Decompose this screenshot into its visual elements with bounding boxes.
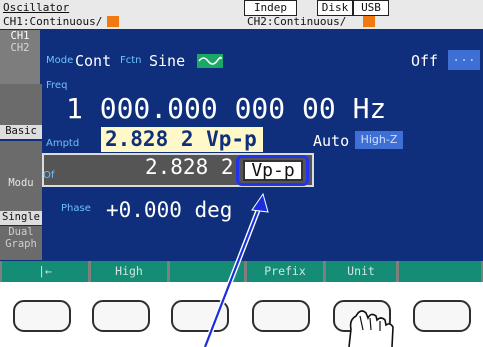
ch2-indicator [363,16,375,27]
side-menu-blank [0,84,42,125]
softkey-1[interactable]: |← [2,261,88,282]
amptd-field[interactable]: 2.828 2 Vp-p [101,127,263,152]
hardware-key-2[interactable] [92,300,150,332]
side-menu-dual-graph[interactable]: Dual Graph [0,226,42,260]
disk-badge: Disk [317,0,353,16]
output-state[interactable]: Off [411,52,438,70]
dual-label: Dual [8,226,34,238]
mode-label: Mode [46,55,74,66]
function-value[interactable]: Sine [149,52,185,70]
unit-highlight: Vp-p [236,155,309,186]
hardware-key-3[interactable] [171,300,229,332]
phase-value[interactable]: +0.000 deg [106,198,232,222]
amptd-value: 2.828 2 Vp-p [105,127,257,151]
sine-wave-icon [197,54,223,68]
freq-label: Freq [46,80,68,91]
side-menu-modu-label: Modu [8,177,34,189]
instrument-screen: Oscillator Indep Disk USB CH1:Continuous… [0,0,483,282]
status-bar: Oscillator Indep Disk USB CH1:Continuous… [0,0,483,29]
amptd-label: Amptd [46,138,80,149]
hardware-key-1[interactable] [13,300,71,332]
function-label: Fctn [120,55,142,66]
ch1-status: CH1:Continuous/ [3,15,103,28]
graph-label: Graph [5,238,37,250]
usb-badge: USB [353,0,389,16]
hardware-key-5[interactable] [333,300,391,332]
tab-ch2[interactable]: CH2 [0,42,40,54]
ch2-status: CH2:Continuous/ [247,15,347,28]
side-menu-basic[interactable]: Basic [0,125,42,139]
phase-label: Phase [61,203,91,214]
softkey-6[interactable] [399,261,481,282]
more-button[interactable]: ... [448,50,480,70]
ch1-indicator [107,16,119,27]
side-menu-modu[interactable]: Modu [0,141,42,211]
hardware-key-4[interactable] [252,300,310,332]
softkey-4[interactable]: Prefix [247,261,323,282]
load-auto: Auto [313,132,350,150]
freq-value[interactable]: 1 000.000 000 00 Hz [66,92,386,125]
offset-label: Of [43,170,55,181]
softkey-bar: |← High Prefix Unit [0,261,483,282]
edit-value: 2.828 2 [145,155,234,179]
indep-badge: Indep [244,0,297,16]
softkey-3[interactable] [170,261,244,282]
load-highz-button[interactable]: High-Z [355,131,403,149]
hardware-key-6[interactable] [413,300,471,332]
unit-field[interactable]: Vp-p [243,160,303,181]
channel-tab[interactable]: CH1 CH2 [0,30,42,84]
screen-title: Oscillator [3,1,70,14]
side-menu-single[interactable]: Single [0,211,42,225]
softkey-5[interactable]: Unit [326,261,396,282]
tab-ch1[interactable]: CH1 [0,30,40,42]
softkey-2[interactable]: High [91,261,167,282]
mode-value[interactable]: Cont [75,52,111,70]
